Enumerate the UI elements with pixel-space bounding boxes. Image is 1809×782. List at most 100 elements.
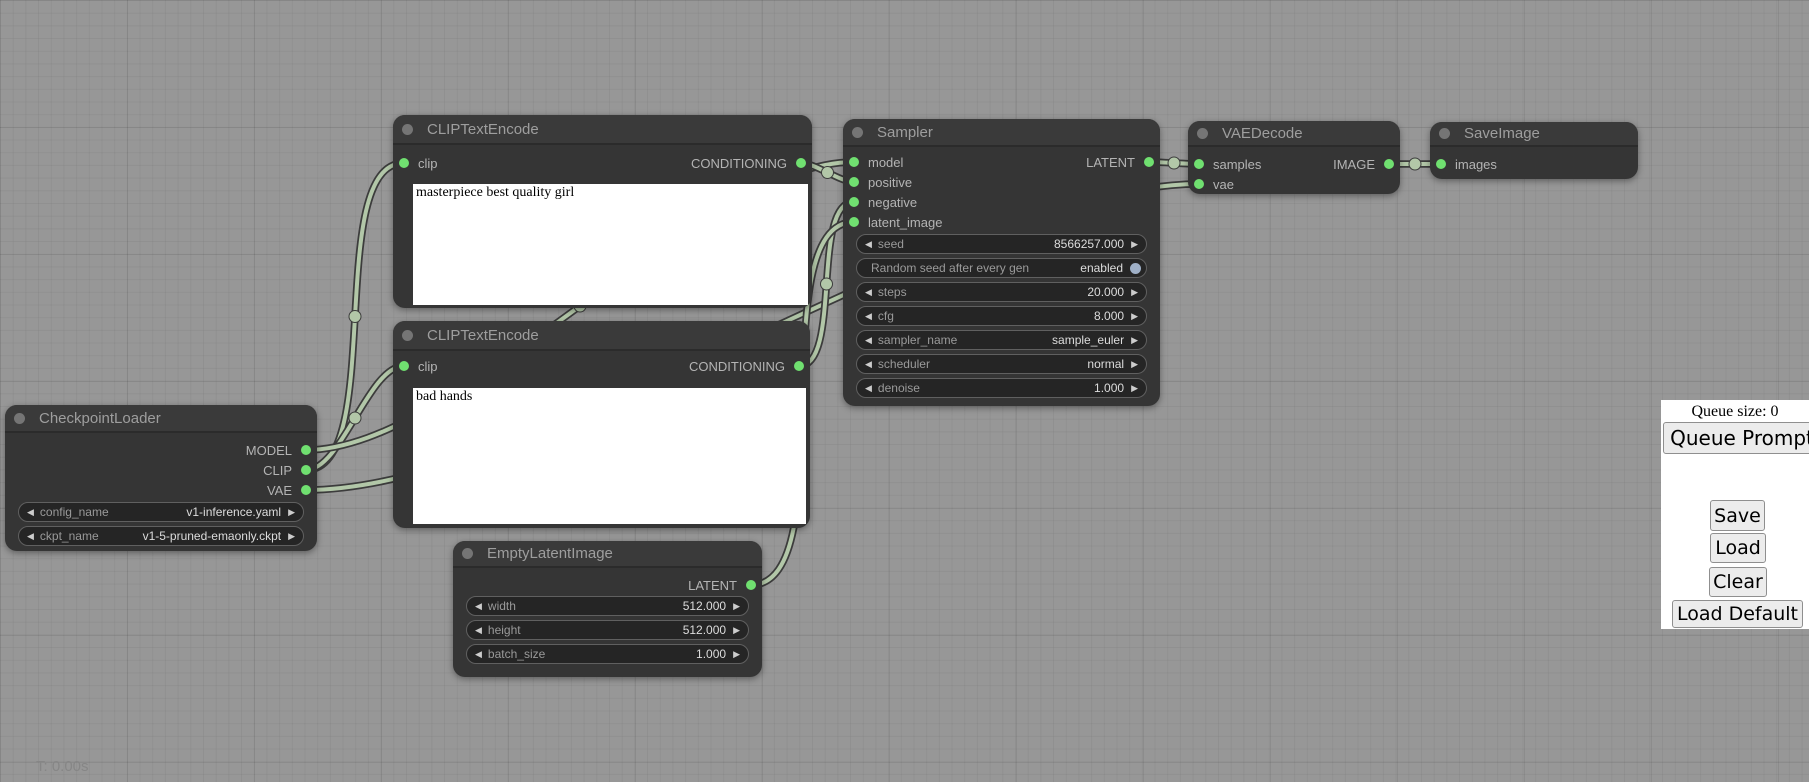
prompt-textarea[interactable]: masterpiece best quality girl xyxy=(413,184,808,305)
node-title-bar[interactable]: CLIPTextEncode xyxy=(393,321,810,351)
toggle-indicator-icon[interactable] xyxy=(1130,263,1141,274)
link-midpoint-dot[interactable] xyxy=(1409,158,1421,170)
node-title-bar[interactable]: CLIPTextEncode xyxy=(393,115,812,145)
widget-decrement-icon[interactable]: ◀ xyxy=(475,650,482,659)
input-connector-icon[interactable] xyxy=(1194,179,1204,189)
output-connector-icon[interactable] xyxy=(301,465,311,475)
widget-steps[interactable]: ◀steps20.000▶ xyxy=(856,282,1147,302)
widget-increment-icon[interactable]: ▶ xyxy=(1131,336,1138,345)
input-connector-icon[interactable] xyxy=(849,177,859,187)
input-connector-icon[interactable] xyxy=(399,158,409,168)
widget-ckpt_name[interactable]: ◀ckpt_namev1-5-pruned-emaonly.ckpt▶ xyxy=(18,526,304,546)
widget-decrement-icon[interactable]: ◀ xyxy=(865,384,872,393)
widget-label: scheduler xyxy=(878,357,930,371)
node-checkpointloader[interactable]: CheckpointLoaderMODELCLIPVAE◀config_name… xyxy=(5,405,317,551)
collapse-dot-icon[interactable] xyxy=(402,330,413,341)
clear-button[interactable]: Clear xyxy=(1709,567,1767,597)
node-title-bar[interactable]: EmptyLatentImage xyxy=(453,541,762,568)
widget-decrement-icon[interactable]: ◀ xyxy=(475,626,482,635)
output-slot-label: IMAGE xyxy=(1333,157,1375,172)
input-connector-icon[interactable] xyxy=(849,197,859,207)
render-time-status: T: 0.00s xyxy=(36,758,89,775)
widget-decrement-icon[interactable]: ◀ xyxy=(865,288,872,297)
load-button[interactable]: Load xyxy=(1710,533,1766,563)
widget-increment-icon[interactable]: ▶ xyxy=(733,626,740,635)
widget-label: denoise xyxy=(878,381,920,395)
widget-config_name[interactable]: ◀config_namev1-inference.yaml▶ xyxy=(18,502,304,522)
widget-cfg[interactable]: ◀cfg8.000▶ xyxy=(856,306,1147,326)
widget-decrement-icon[interactable]: ◀ xyxy=(475,602,482,611)
node-emptylatentimage[interactable]: EmptyLatentImageLATENT◀width512.000▶◀hei… xyxy=(453,541,762,677)
output-connector-icon[interactable] xyxy=(796,158,806,168)
widget-seed[interactable]: ◀seed8566257.000▶ xyxy=(856,234,1147,254)
widget-height[interactable]: ◀height512.000▶ xyxy=(466,620,749,640)
link-midpoint-dot[interactable] xyxy=(821,278,833,290)
widget-increment-icon[interactable]: ▶ xyxy=(1131,384,1138,393)
widget-decrement-icon[interactable]: ◀ xyxy=(27,508,34,517)
widget-sampler_name[interactable]: ◀sampler_namesample_euler▶ xyxy=(856,330,1147,350)
input-connector-icon[interactable] xyxy=(849,217,859,227)
node-title-bar[interactable]: SaveImage xyxy=(1430,122,1638,147)
node-sampler[interactable]: Samplermodelpositivenegativelatent_image… xyxy=(843,119,1160,406)
collapse-dot-icon[interactable] xyxy=(852,127,863,138)
collapse-dot-icon[interactable] xyxy=(1197,128,1208,139)
input-connector-icon[interactable] xyxy=(399,361,409,371)
input-connector-icon[interactable] xyxy=(1436,159,1446,169)
widget-increment-icon[interactable]: ▶ xyxy=(1131,312,1138,321)
node-title-bar[interactable]: CheckpointLoader xyxy=(5,405,317,433)
widget-label: width xyxy=(488,599,516,613)
widget-value: 8566257.000 xyxy=(904,237,1124,251)
node-vaedecode[interactable]: VAEDecodesamplesvaeIMAGE xyxy=(1188,121,1400,194)
widget-batch_size[interactable]: ◀batch_size1.000▶ xyxy=(466,644,749,664)
link-midpoint-dot[interactable] xyxy=(1168,157,1180,169)
collapse-dot-icon[interactable] xyxy=(1439,128,1450,139)
prompt-textarea[interactable]: bad hands xyxy=(413,388,806,524)
widget-decrement-icon[interactable]: ◀ xyxy=(865,336,872,345)
widget-decrement-icon[interactable]: ◀ xyxy=(865,360,872,369)
widget-denoise[interactable]: ◀denoise1.000▶ xyxy=(856,378,1147,398)
node-title-bar[interactable]: VAEDecode xyxy=(1188,121,1400,147)
collapse-dot-icon[interactable] xyxy=(462,548,473,559)
save-button[interactable]: Save xyxy=(1710,500,1765,531)
output-connector-icon[interactable] xyxy=(1384,159,1394,169)
link-midpoint-dot[interactable] xyxy=(822,167,834,179)
link-midpoint-dot[interactable] xyxy=(349,412,361,424)
widget-increment-icon[interactable]: ▶ xyxy=(288,532,295,541)
output-connector-icon[interactable] xyxy=(746,580,756,590)
node-clip-text-encode-negative[interactable]: CLIPTextEncodeclipCONDITIONINGbad hands xyxy=(393,321,810,528)
widget-increment-icon[interactable]: ▶ xyxy=(1131,240,1138,249)
input-connector-icon[interactable] xyxy=(849,157,859,167)
input-connector-icon[interactable] xyxy=(1194,159,1204,169)
node-title-label: Sampler xyxy=(877,124,933,141)
widget-decrement-icon[interactable]: ◀ xyxy=(865,312,872,321)
output-connector-icon[interactable] xyxy=(1144,157,1154,167)
collapse-dot-icon[interactable] xyxy=(14,413,25,424)
output-connector-icon[interactable] xyxy=(301,445,311,455)
widget-decrement-icon[interactable]: ◀ xyxy=(865,240,872,249)
widget-scheduler[interactable]: ◀schedulernormal▶ xyxy=(856,354,1147,374)
queue-prompt-button[interactable]: Queue Prompt xyxy=(1663,422,1809,454)
node-saveimage[interactable]: SaveImageimages xyxy=(1430,122,1638,179)
widget-decrement-icon[interactable]: ◀ xyxy=(27,532,34,541)
node-clip-text-encode-positive[interactable]: CLIPTextEncodeclipCONDITIONINGmasterpiec… xyxy=(393,115,812,308)
output-slot-conditioning: CONDITIONING xyxy=(689,356,804,376)
widget-label: batch_size xyxy=(488,647,545,661)
output-connector-icon[interactable] xyxy=(301,485,311,495)
output-slot-image: IMAGE xyxy=(1333,154,1394,174)
collapse-dot-icon[interactable] xyxy=(402,124,413,135)
load-default-button[interactable]: Load Default xyxy=(1672,600,1803,628)
widget-width[interactable]: ◀width512.000▶ xyxy=(466,596,749,616)
widget-increment-icon[interactable]: ▶ xyxy=(733,650,740,659)
node-title-bar[interactable]: Sampler xyxy=(843,119,1160,147)
widget-increment-icon[interactable]: ▶ xyxy=(288,508,295,517)
output-connector-icon[interactable] xyxy=(794,361,804,371)
input-slot-positive: positive xyxy=(849,172,912,192)
widget-increment-icon[interactable]: ▶ xyxy=(1131,288,1138,297)
node-title-label: CLIPTextEncode xyxy=(427,121,539,138)
widget-increment-icon[interactable]: ▶ xyxy=(733,602,740,611)
widget-increment-icon[interactable]: ▶ xyxy=(1131,360,1138,369)
node-graph-canvas[interactable]: CheckpointLoaderMODELCLIPVAE◀config_name… xyxy=(0,0,1809,782)
link-wire[interactable] xyxy=(306,366,404,470)
link-midpoint-dot[interactable] xyxy=(349,311,361,323)
widget-random-seed-after-every-gen[interactable]: Random seed after every genenabled xyxy=(856,258,1147,278)
